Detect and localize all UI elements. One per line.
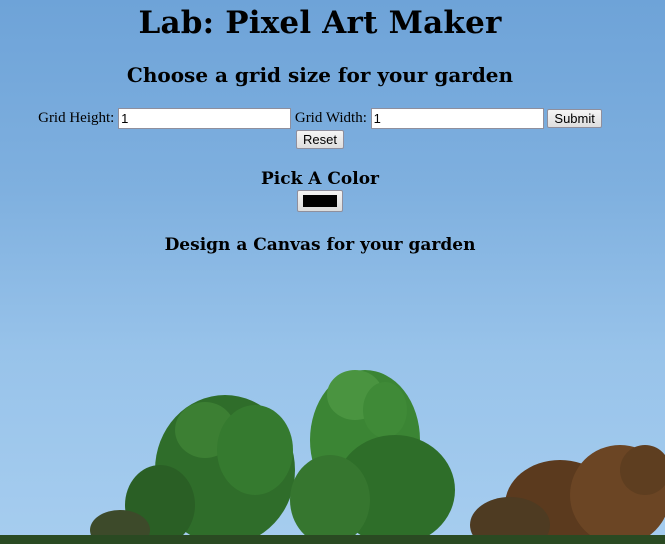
main-content: Lab: Pixel Art Maker Choose a grid size … [0,0,640,256]
tree-right-autumn [470,445,665,544]
grid-height-input[interactable] [118,108,292,130]
color-picker-heading: Pick A Color [260,169,380,190]
grid-inputs-row: Grid Height: Grid Width: Submit [0,107,640,130]
tree-center [290,370,455,544]
reset-row: Reset [0,129,640,150]
color-swatch [303,195,337,208]
canvas-heading: Design a Canvas for your garden [164,235,476,256]
reset-button[interactable]: Reset [296,130,344,150]
grid-width-input[interactable] [370,108,544,130]
grid-width-label: Grid Width: [294,110,367,126]
grid-height-label: Grid Height: [38,110,115,126]
color-picker-input[interactable] [297,190,343,213]
page-title: Lab: Pixel Art Maker [138,5,502,41]
tree-left [90,395,295,544]
submit-button[interactable]: Submit [547,109,602,129]
grid-size-heading: Choose a grid size for your garden [126,63,514,87]
grid-size-form: Grid Height: Grid Width: Submit Reset [0,107,640,150]
